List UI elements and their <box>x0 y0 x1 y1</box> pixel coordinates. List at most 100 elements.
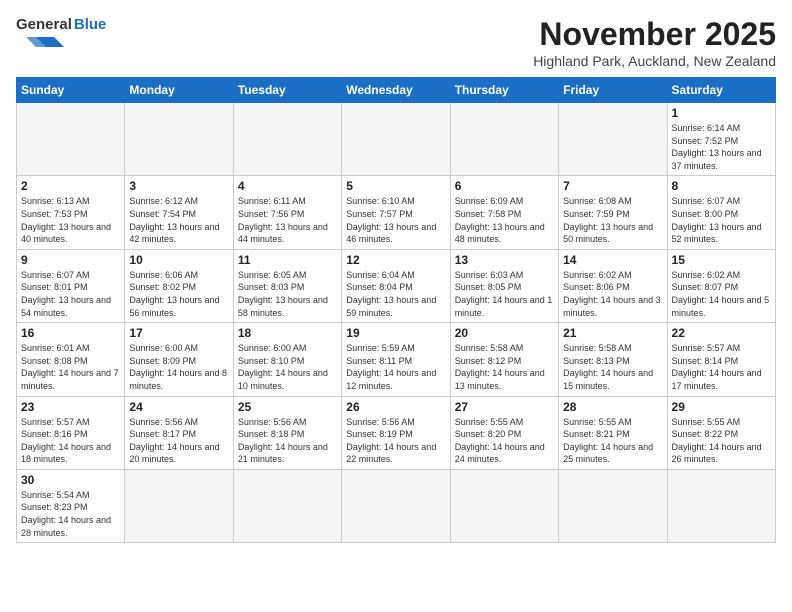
table-cell: 15 Sunrise: 6:02 AMSunset: 8:07 PMDayligh… <box>667 249 775 322</box>
table-cell <box>125 103 233 176</box>
table-cell: 29 Sunrise: 5:55 AMSunset: 8:22 PMDayligh… <box>667 396 775 469</box>
cell-content: Sunrise: 6:05 AMSunset: 8:03 PMDaylight:… <box>238 269 337 319</box>
cell-content: Sunrise: 5:58 AMSunset: 8:13 PMDaylight:… <box>563 342 662 392</box>
day-number: 22 <box>672 326 771 340</box>
day-number: 14 <box>563 253 662 267</box>
cell-content: Sunrise: 6:02 AMSunset: 8:07 PMDaylight:… <box>672 269 771 319</box>
table-cell <box>233 103 341 176</box>
header-row: Sunday Monday Tuesday Wednesday Thursday… <box>17 78 776 103</box>
table-cell <box>17 103 125 176</box>
cell-content: Sunrise: 5:55 AMSunset: 8:22 PMDaylight:… <box>672 416 771 466</box>
month-title: November 2025 <box>533 16 776 53</box>
cell-content: Sunrise: 6:04 AMSunset: 8:04 PMDaylight:… <box>346 269 445 319</box>
table-cell: 10 Sunrise: 6:06 AMSunset: 8:02 PMDayligh… <box>125 249 233 322</box>
day-number: 9 <box>21 253 120 267</box>
day-number: 28 <box>563 400 662 414</box>
day-number: 29 <box>672 400 771 414</box>
table-cell: 6 Sunrise: 6:09 AMSunset: 7:58 PMDaylight… <box>450 176 558 249</box>
cell-content: Sunrise: 5:57 AMSunset: 8:16 PMDaylight:… <box>21 416 120 466</box>
cell-content: Sunrise: 5:57 AMSunset: 8:14 PMDaylight:… <box>672 342 771 392</box>
calendar-row: 2 Sunrise: 6:13 AMSunset: 7:53 PMDaylight… <box>17 176 776 249</box>
day-number: 13 <box>455 253 554 267</box>
table-cell: 22 Sunrise: 5:57 AMSunset: 8:14 PMDayligh… <box>667 323 775 396</box>
day-number: 3 <box>129 179 228 193</box>
day-number: 1 <box>672 106 771 120</box>
logo-icon <box>16 33 66 51</box>
table-cell: 13 Sunrise: 6:03 AMSunset: 8:05 PMDayligh… <box>450 249 558 322</box>
table-cell <box>559 103 667 176</box>
table-cell: 3Sunrise: 6:12 AMSunset: 7:54 PMDaylight… <box>125 176 233 249</box>
cell-content: Sunrise: 6:10 AMSunset: 7:57 PMDaylight:… <box>346 195 445 245</box>
col-monday: Monday <box>125 78 233 103</box>
table-cell: 30 Sunrise: 5:54 AMSunset: 8:23 PMDayligh… <box>17 469 125 542</box>
day-number: 26 <box>346 400 445 414</box>
day-number: 4 <box>238 179 337 193</box>
cell-content: Sunrise: 6:06 AMSunset: 8:02 PMDaylight:… <box>129 269 228 319</box>
location: Highland Park, Auckland, New Zealand <box>533 53 776 69</box>
cell-content: Sunrise: 5:56 AMSunset: 8:17 PMDaylight:… <box>129 416 228 466</box>
table-cell: 5Sunrise: 6:10 AMSunset: 7:57 PMDaylight… <box>342 176 450 249</box>
day-number: 6 <box>455 179 554 193</box>
day-number: 24 <box>129 400 228 414</box>
table-cell: 12Sunrise: 6:04 AMSunset: 8:04 PMDayligh… <box>342 249 450 322</box>
col-sunday: Sunday <box>17 78 125 103</box>
logo-blue-text: Blue <box>74 16 107 33</box>
calendar-table: Sunday Monday Tuesday Wednesday Thursday… <box>16 77 776 543</box>
day-number: 30 <box>21 473 120 487</box>
cell-content: Sunrise: 6:08 AMSunset: 7:59 PMDaylight:… <box>563 195 662 245</box>
day-number: 25 <box>238 400 337 414</box>
col-friday: Friday <box>559 78 667 103</box>
page-header: General Blue November 2025 Highland Park… <box>16 16 776 69</box>
col-wednesday: Wednesday <box>342 78 450 103</box>
table-cell: 26 Sunrise: 5:56 AMSunset: 8:19 PMDayligh… <box>342 396 450 469</box>
cell-content: Sunrise: 6:03 AMSunset: 8:05 PMDaylight:… <box>455 269 554 319</box>
cell-content: Sunrise: 5:56 AMSunset: 8:19 PMDaylight:… <box>346 416 445 466</box>
cell-content: Sunrise: 6:01 AMSunset: 8:08 PMDaylight:… <box>21 342 120 392</box>
logo: General Blue <box>16 16 106 51</box>
table-cell: 2 Sunrise: 6:13 AMSunset: 7:53 PMDaylight… <box>17 176 125 249</box>
cell-content: Sunrise: 6:09 AMSunset: 7:58 PMDaylight:… <box>455 195 554 245</box>
day-number: 23 <box>21 400 120 414</box>
day-number: 8 <box>672 179 771 193</box>
cell-content: Sunrise: 5:54 AMSunset: 8:23 PMDaylight:… <box>21 489 120 539</box>
table-cell: 27Sunrise: 5:55 AMSunset: 8:20 PMDayligh… <box>450 396 558 469</box>
table-cell <box>233 469 341 542</box>
cell-content: Sunrise: 6:13 AMSunset: 7:53 PMDaylight:… <box>21 195 120 245</box>
table-cell: 20 Sunrise: 5:58 AMSunset: 8:12 PMDayligh… <box>450 323 558 396</box>
cell-content: Sunrise: 6:11 AMSunset: 7:56 PMDaylight:… <box>238 195 337 245</box>
table-cell <box>342 103 450 176</box>
day-number: 2 <box>21 179 120 193</box>
day-number: 18 <box>238 326 337 340</box>
day-number: 15 <box>672 253 771 267</box>
table-cell: 17 Sunrise: 6:00 AMSunset: 8:09 PMDayligh… <box>125 323 233 396</box>
table-cell: 14 Sunrise: 6:02 AMSunset: 8:06 PMDayligh… <box>559 249 667 322</box>
cell-content: Sunrise: 5:55 AMSunset: 8:21 PMDaylight:… <box>563 416 662 466</box>
table-cell: 8 Sunrise: 6:07 AMSunset: 8:00 PMDaylight… <box>667 176 775 249</box>
cell-content: Sunrise: 6:07 AMSunset: 8:00 PMDaylight:… <box>672 195 771 245</box>
calendar-row: 23 Sunrise: 5:57 AMSunset: 8:16 PMDayligh… <box>17 396 776 469</box>
day-number: 10 <box>129 253 228 267</box>
day-number: 27 <box>455 400 554 414</box>
day-number: 19 <box>346 326 445 340</box>
cell-content: Sunrise: 6:00 AMSunset: 8:10 PMDaylight:… <box>238 342 337 392</box>
table-cell: 9 Sunrise: 6:07 AMSunset: 8:01 PMDaylight… <box>17 249 125 322</box>
table-cell <box>667 469 775 542</box>
day-number: 17 <box>129 326 228 340</box>
cell-content: Sunrise: 6:14 AMSunset: 7:52 PMDaylight:… <box>672 122 771 172</box>
table-cell: 16Sunrise: 6:01 AMSunset: 8:08 PMDayligh… <box>17 323 125 396</box>
cell-content: Sunrise: 6:07 AMSunset: 8:01 PMDaylight:… <box>21 269 120 319</box>
table-cell: 25 Sunrise: 5:56 AMSunset: 8:18 PMDayligh… <box>233 396 341 469</box>
cell-content: Sunrise: 6:00 AMSunset: 8:09 PMDaylight:… <box>129 342 228 392</box>
table-cell: 11Sunrise: 6:05 AMSunset: 8:03 PMDayligh… <box>233 249 341 322</box>
table-cell <box>450 103 558 176</box>
table-cell: 18 Sunrise: 6:00 AMSunset: 8:10 PMDayligh… <box>233 323 341 396</box>
table-cell: 4 Sunrise: 6:11 AMSunset: 7:56 PMDaylight… <box>233 176 341 249</box>
cell-content: Sunrise: 6:02 AMSunset: 8:06 PMDaylight:… <box>563 269 662 319</box>
day-number: 20 <box>455 326 554 340</box>
table-cell <box>342 469 450 542</box>
table-cell: 21Sunrise: 5:58 AMSunset: 8:13 PMDayligh… <box>559 323 667 396</box>
cell-content: Sunrise: 5:56 AMSunset: 8:18 PMDaylight:… <box>238 416 337 466</box>
day-number: 7 <box>563 179 662 193</box>
calendar-row: 16Sunrise: 6:01 AMSunset: 8:08 PMDayligh… <box>17 323 776 396</box>
cell-content: Sunrise: 5:58 AMSunset: 8:12 PMDaylight:… <box>455 342 554 392</box>
